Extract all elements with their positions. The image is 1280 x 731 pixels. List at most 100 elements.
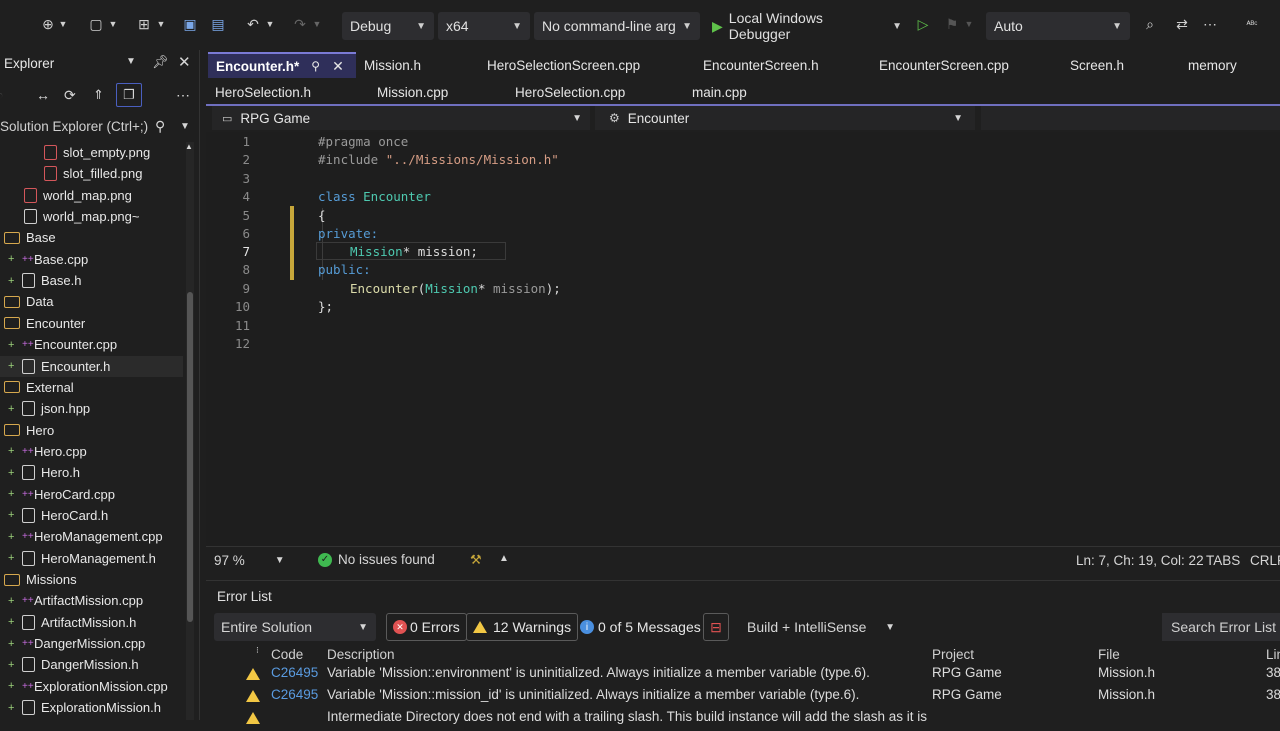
- redo-icon[interactable]: ↷: [290, 14, 310, 34]
- back-icon[interactable]: ◐: [0, 88, 3, 102]
- tree-item[interactable]: + ++ HeroCard.cpp: [0, 484, 183, 505]
- add-item-icon[interactable]: ⊞: [134, 14, 154, 34]
- scope-dropdown[interactable]: ⚙ Encounter ▼: [595, 106, 975, 130]
- tree-item[interactable]: slot_filled.png: [0, 163, 183, 184]
- tree-item[interactable]: Data: [0, 291, 183, 312]
- tab-screen-h[interactable]: Screen.h: [1070, 52, 1124, 78]
- tree-item[interactable]: + Encounter.h: [0, 355, 183, 377]
- column-header-code[interactable]: Code: [271, 647, 303, 662]
- tree-item[interactable]: + ExplorationMission.h: [0, 697, 183, 718]
- refresh-icon[interactable]: ⟳: [64, 87, 76, 104]
- tree-item[interactable]: + ++ Hero.cpp: [0, 441, 183, 462]
- tab-heroselectionscreen-cpp[interactable]: HeroSelectionScreen.cpp: [487, 52, 640, 78]
- column-header-description[interactable]: Description: [327, 647, 395, 662]
- build-source-dropdown[interactable]: Build + IntelliSense ▼: [739, 613, 903, 641]
- tree-item[interactable]: + ++ Encounter.cpp: [0, 334, 183, 355]
- chevron-down-icon[interactable]: ▼: [126, 56, 136, 67]
- line-ending[interactable]: CRLF: [1250, 553, 1280, 568]
- tree-item[interactable]: Hero: [0, 420, 183, 441]
- scope-filter-dropdown[interactable]: Entire Solution ▼: [214, 613, 376, 641]
- open-file-icon[interactable]: ▢: [86, 14, 106, 34]
- chevron-down-icon[interactable]: ▼: [964, 14, 974, 34]
- show-all-files-icon[interactable]: ❐: [116, 83, 142, 107]
- sync-icon[interactable]: ↔: [36, 87, 50, 103]
- chevron-up-icon[interactable]: ▲: [499, 553, 509, 564]
- column-header-line[interactable]: Lin: [1266, 647, 1280, 662]
- chevron-down-icon[interactable]: ▼: [312, 14, 322, 34]
- tree-item[interactable]: + DangerMission.h: [0, 654, 183, 675]
- scrollbar-thumb[interactable]: [187, 292, 193, 622]
- tree-item[interactable]: + ++ DangerMission.cpp: [0, 633, 183, 654]
- tree-item[interactable]: Missions: [0, 569, 183, 590]
- configuration-dropdown[interactable]: Debug ▼: [342, 12, 434, 40]
- tree-item[interactable]: + HeroManagement.h: [0, 548, 183, 569]
- messages-filter-button[interactable]: i 0 of 5 Messages: [573, 613, 708, 641]
- tree-item[interactable]: Encounter: [0, 313, 183, 334]
- more-icon[interactable]: ⋯: [176, 87, 190, 104]
- chevron-down-icon[interactable]: ▼: [108, 14, 118, 34]
- column-header-project[interactable]: Project: [932, 647, 974, 662]
- new-project-icon[interactable]: ⊕: [38, 14, 58, 34]
- code-editor[interactable]: 1 2 3 4 5 6 7 8 9 10 11 12 #pragma once …: [206, 132, 1280, 546]
- live-share-icon[interactable]: ⇄: [1172, 14, 1192, 34]
- collapse-all-icon[interactable]: ⇑: [93, 87, 104, 103]
- find-in-files-icon[interactable]: ⌕: [1140, 14, 1160, 34]
- pin-icon[interactable]: 📌︎: [152, 54, 169, 70]
- cleanup-icon[interactable]: ⚒: [470, 552, 482, 568]
- scroll-up-icon[interactable]: ▲: [185, 142, 193, 151]
- scrollbar-track[interactable]: ▲: [185, 142, 194, 720]
- chevron-down-icon[interactable]: ▼: [180, 121, 190, 132]
- tab-memory[interactable]: memory: [1188, 52, 1237, 78]
- chevron-down-icon[interactable]: ▼: [156, 14, 166, 34]
- sort-icon[interactable]: ⁝: [256, 645, 259, 656]
- errors-filter-button[interactable]: ✕ 0 Errors: [386, 613, 467, 641]
- tab-main-cpp[interactable]: main.cpp: [692, 79, 747, 105]
- project-dropdown[interactable]: ▭ RPG Game ▼: [212, 106, 590, 130]
- column-header-file[interactable]: File: [1098, 647, 1120, 662]
- auto-dropdown[interactable]: Auto ▼: [986, 12, 1130, 40]
- chevron-down-icon[interactable]: ▼: [265, 14, 275, 34]
- save-icon[interactable]: ▣: [180, 14, 200, 34]
- tree-item[interactable]: + Base.h: [0, 270, 183, 291]
- explorer-search-input[interactable]: Solution Explorer (Ctrl+;): [0, 119, 148, 134]
- tree-item[interactable]: + ArtifactMission.h: [0, 612, 183, 633]
- chevron-down-icon[interactable]: ▼: [58, 14, 68, 34]
- tree-item[interactable]: + Hero.h: [0, 462, 183, 483]
- command-args-dropdown[interactable]: No command-line arg ▼: [534, 12, 700, 40]
- tree-item[interactable]: External: [0, 377, 183, 398]
- hot-reload-icon[interactable]: ⚑: [942, 14, 962, 34]
- filter-toggle-button[interactable]: ⊟: [703, 613, 729, 641]
- tree-item[interactable]: + ++ ArtifactMission.cpp: [0, 590, 183, 611]
- more-options-icon[interactable]: ⋯: [1200, 14, 1220, 34]
- tree-item[interactable]: + ++ ExplorationMission.cpp: [0, 676, 183, 697]
- tree-item[interactable]: + HeroCard.h: [0, 505, 183, 526]
- tab-mission-cpp[interactable]: Mission.cpp: [377, 79, 448, 105]
- tree-item[interactable]: + json.hpp: [0, 398, 183, 419]
- spell-check-icon[interactable]: ᴬᴮᶜ: [1242, 14, 1262, 34]
- start-debugging-button[interactable]: ▶ Local Windows Debugger ▼: [704, 10, 910, 42]
- cursor-position[interactable]: Ln: 7, Ch: 19, Col: 22: [1076, 553, 1204, 568]
- tab-encounterscreen-cpp[interactable]: EncounterScreen.cpp: [879, 52, 1009, 78]
- tab-heroselection-cpp[interactable]: HeroSelection.cpp: [515, 79, 625, 105]
- close-icon[interactable]: ✕: [332, 58, 344, 75]
- tree-item[interactable]: world_map.png~: [0, 206, 183, 227]
- zoom-dropdown[interactable]: 97 % ▼: [214, 553, 285, 568]
- close-icon[interactable]: ✕: [178, 53, 191, 71]
- indentation-mode[interactable]: TABS: [1206, 553, 1240, 568]
- member-dropdown[interactable]: [981, 106, 1280, 130]
- explorer-search[interactable]: Solution Explorer (Ctrl+;) ⚲ ▼: [0, 113, 200, 139]
- undo-icon[interactable]: ↶: [243, 14, 263, 34]
- search-icon[interactable]: ⚲: [155, 118, 165, 135]
- tree-item[interactable]: slot_empty.png: [0, 142, 183, 163]
- tree-item[interactable]: + ++ Base.cpp: [0, 249, 183, 270]
- warnings-filter-button[interactable]: 12 Warnings: [466, 613, 579, 641]
- issues-indicator[interactable]: ✓ No issues found: [318, 552, 435, 567]
- tab-mission-h[interactable]: Mission.h: [364, 52, 421, 78]
- tab-encounter-h[interactable]: Encounter.h* ⚲ ✕: [208, 52, 356, 78]
- tree-item[interactable]: + ++ HeroManagement.cpp: [0, 526, 183, 547]
- error-search-input[interactable]: Search Error List: [1162, 613, 1280, 641]
- platform-dropdown[interactable]: x64 ▼: [438, 12, 530, 40]
- tree-item[interactable]: world_map.png: [0, 185, 183, 206]
- tree-item[interactable]: Base: [0, 227, 183, 248]
- save-all-icon[interactable]: ▤: [208, 14, 228, 34]
